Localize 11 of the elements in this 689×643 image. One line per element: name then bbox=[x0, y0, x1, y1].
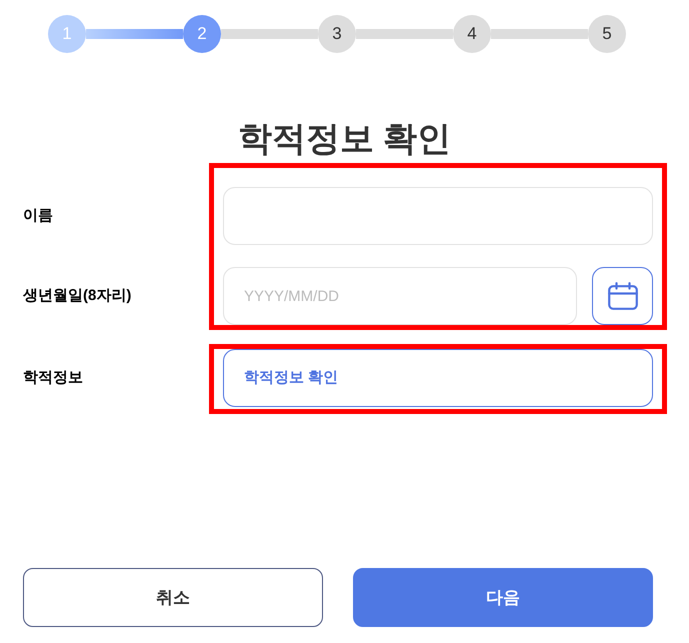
calendar-icon bbox=[608, 282, 638, 310]
calendar-button[interactable] bbox=[592, 267, 653, 325]
date-input-field[interactable]: YYYY/MM/DD bbox=[223, 267, 577, 325]
next-button[interactable]: 다음 bbox=[353, 568, 653, 627]
field-label: 학적정보 bbox=[23, 368, 83, 388]
cancel-button[interactable]: 취소 bbox=[23, 568, 323, 627]
text-input-field[interactable] bbox=[223, 187, 653, 245]
field-label: 이름 bbox=[23, 206, 53, 226]
field-label: 생년월일(8자리) bbox=[23, 286, 132, 306]
verify-button[interactable]: 학적정보 확인 bbox=[223, 349, 653, 407]
page-title: 학적정보 확인 bbox=[238, 119, 452, 159]
